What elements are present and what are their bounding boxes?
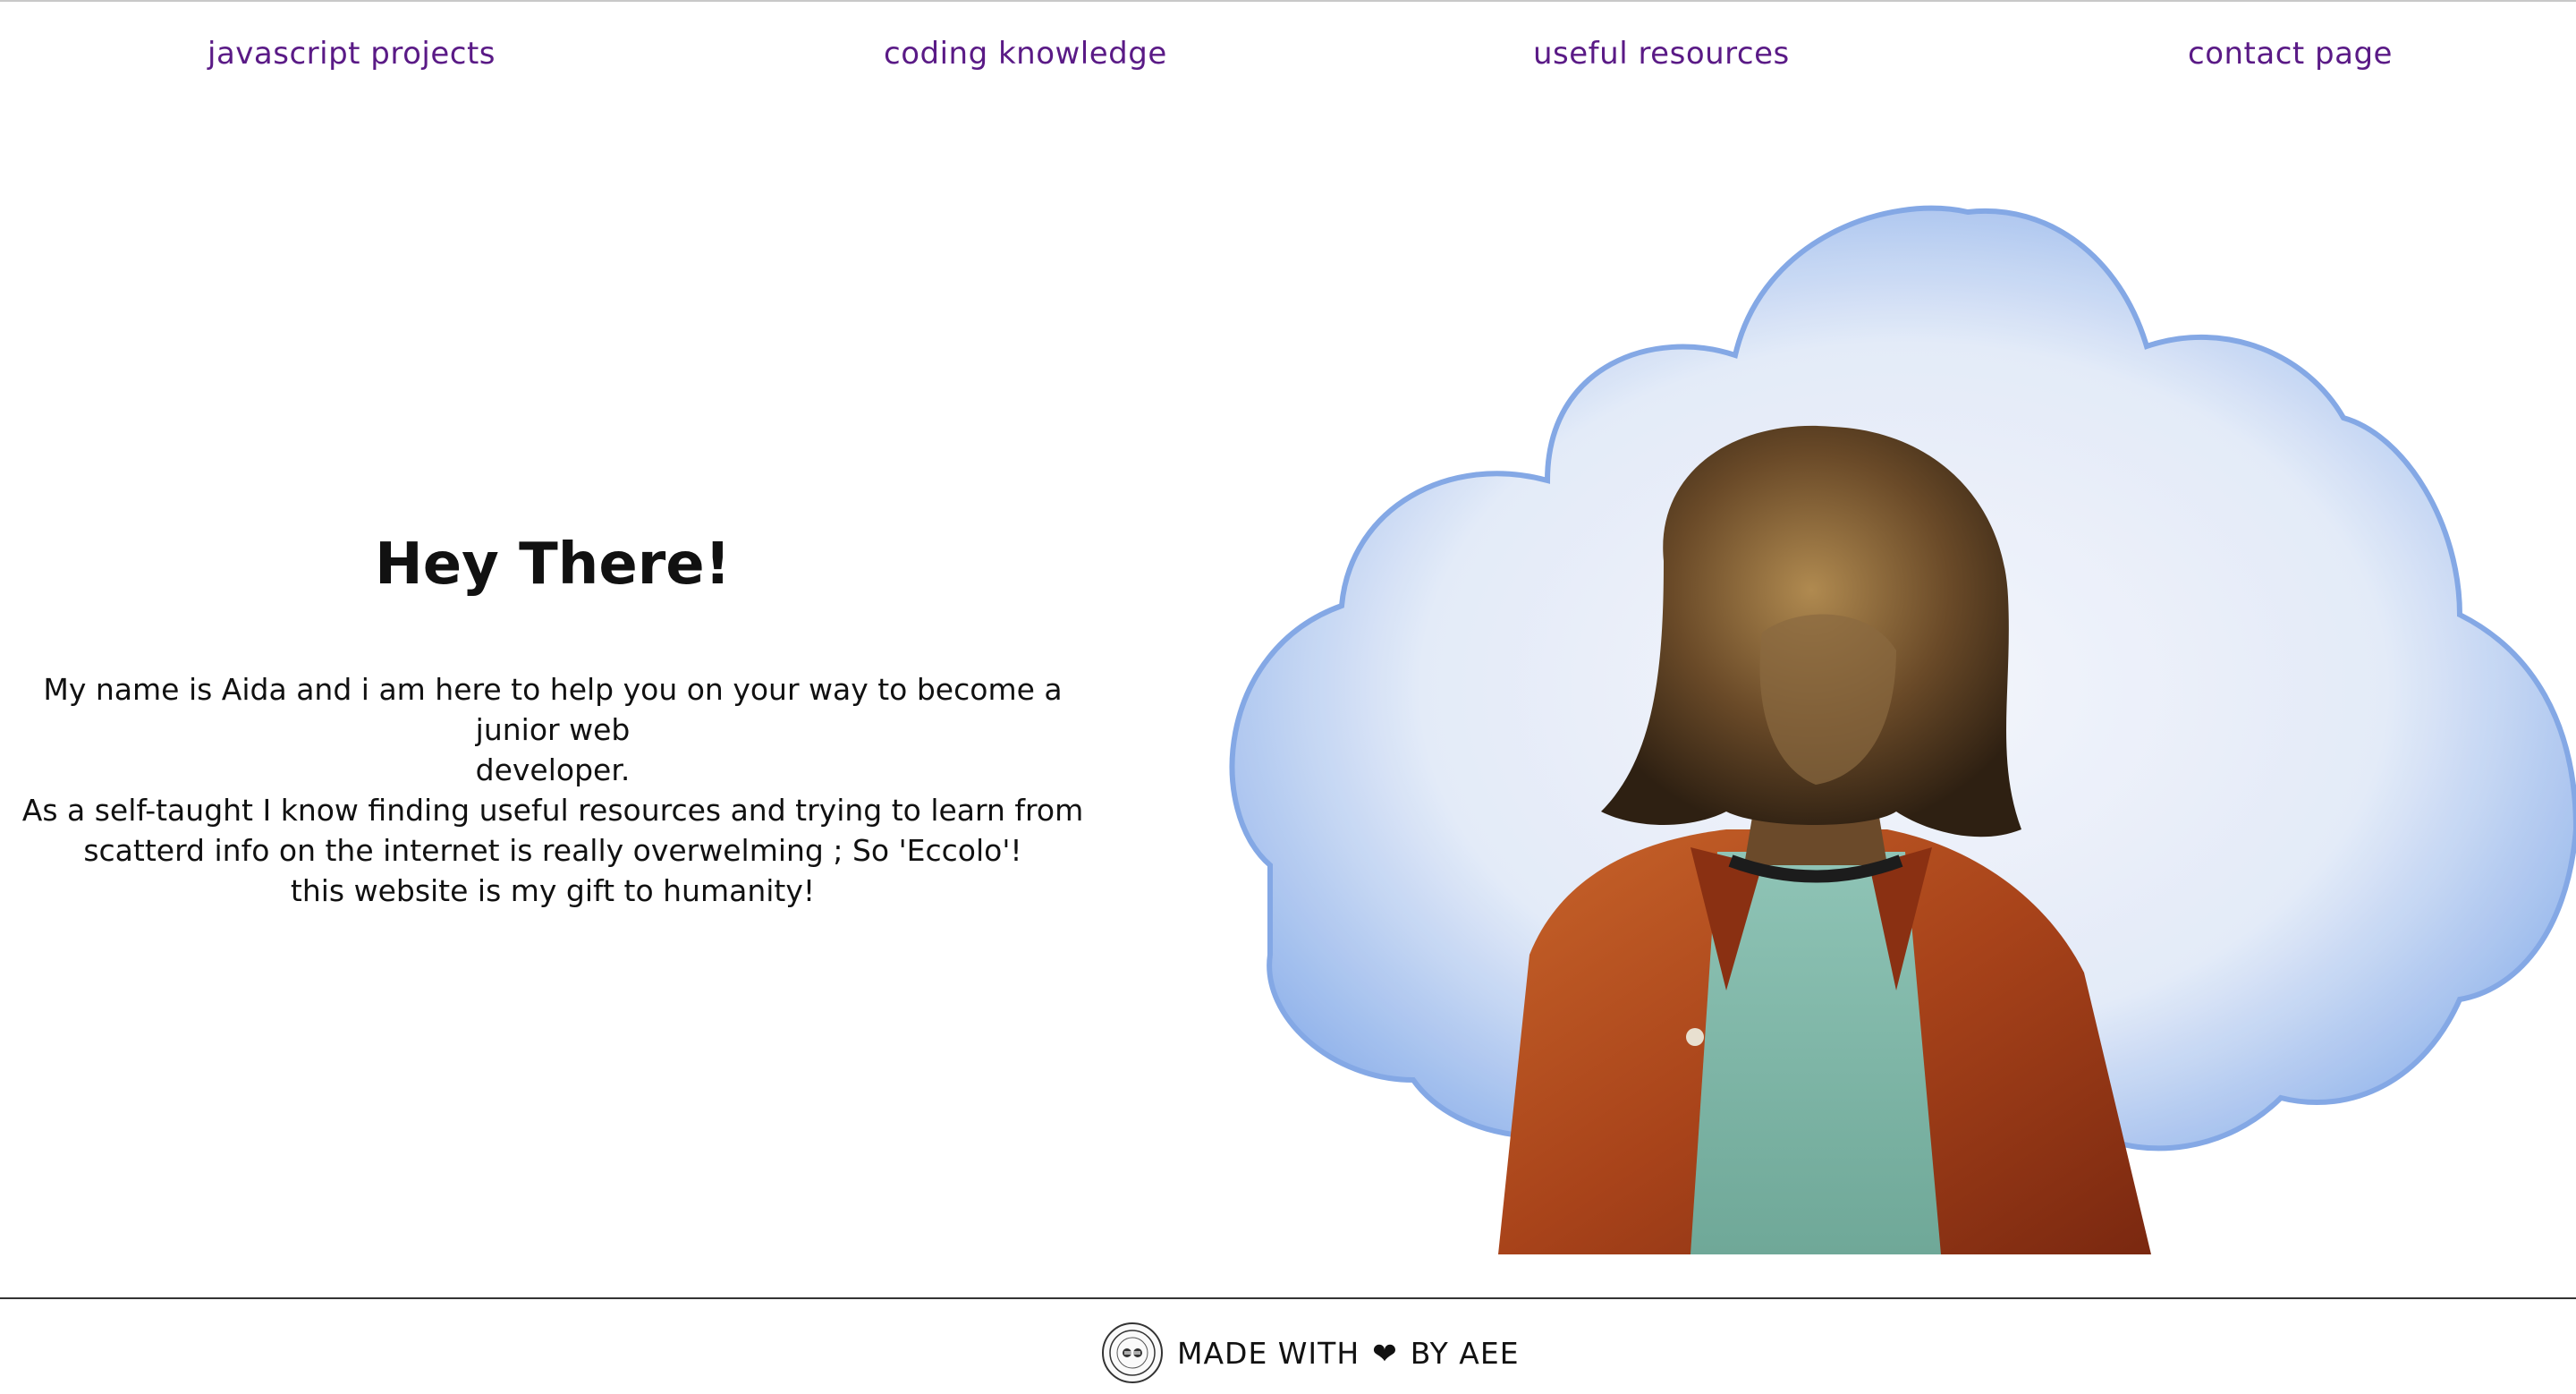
nav-link-javascript-projects[interactable]: javascript projects bbox=[208, 36, 496, 72]
footer: MADE WITH ❤ BY AEE bbox=[0, 1297, 2576, 1394]
logo-badge-icon bbox=[1102, 1322, 1163, 1383]
heart-icon: ❤ bbox=[1372, 1335, 1398, 1371]
hero-line: My name is Aida and i am here to help yo… bbox=[43, 672, 1063, 747]
footer-credit: MADE WITH ❤ BY AEE bbox=[1102, 1319, 1520, 1387]
page: javascript projects coding knowledge use… bbox=[0, 0, 2576, 1394]
hero-line: scatterd info on the internet is really … bbox=[83, 833, 1022, 868]
footer-by-text: BY AEE bbox=[1410, 1335, 1520, 1371]
hero-line: As a self-taught I know finding useful r… bbox=[21, 793, 1084, 828]
hero-illustration bbox=[1229, 205, 2576, 1254]
hero-line: this website is my gift to humanity! bbox=[290, 873, 816, 908]
nav-link-contact-page[interactable]: contact page bbox=[2188, 36, 2393, 72]
footer-made-with-text: MADE WITH bbox=[1177, 1335, 1360, 1371]
nav-link-coding-knowledge[interactable]: coding knowledge bbox=[884, 36, 1167, 72]
top-navigation: javascript projects coding knowledge use… bbox=[0, 36, 2576, 81]
hero-line: developer. bbox=[475, 752, 631, 787]
nav-link-useful-resources[interactable]: useful resources bbox=[1533, 36, 1790, 72]
hero-intro-text: My name is Aida and i am here to help yo… bbox=[0, 669, 1106, 911]
hero-title: Hey There! bbox=[375, 531, 731, 598]
